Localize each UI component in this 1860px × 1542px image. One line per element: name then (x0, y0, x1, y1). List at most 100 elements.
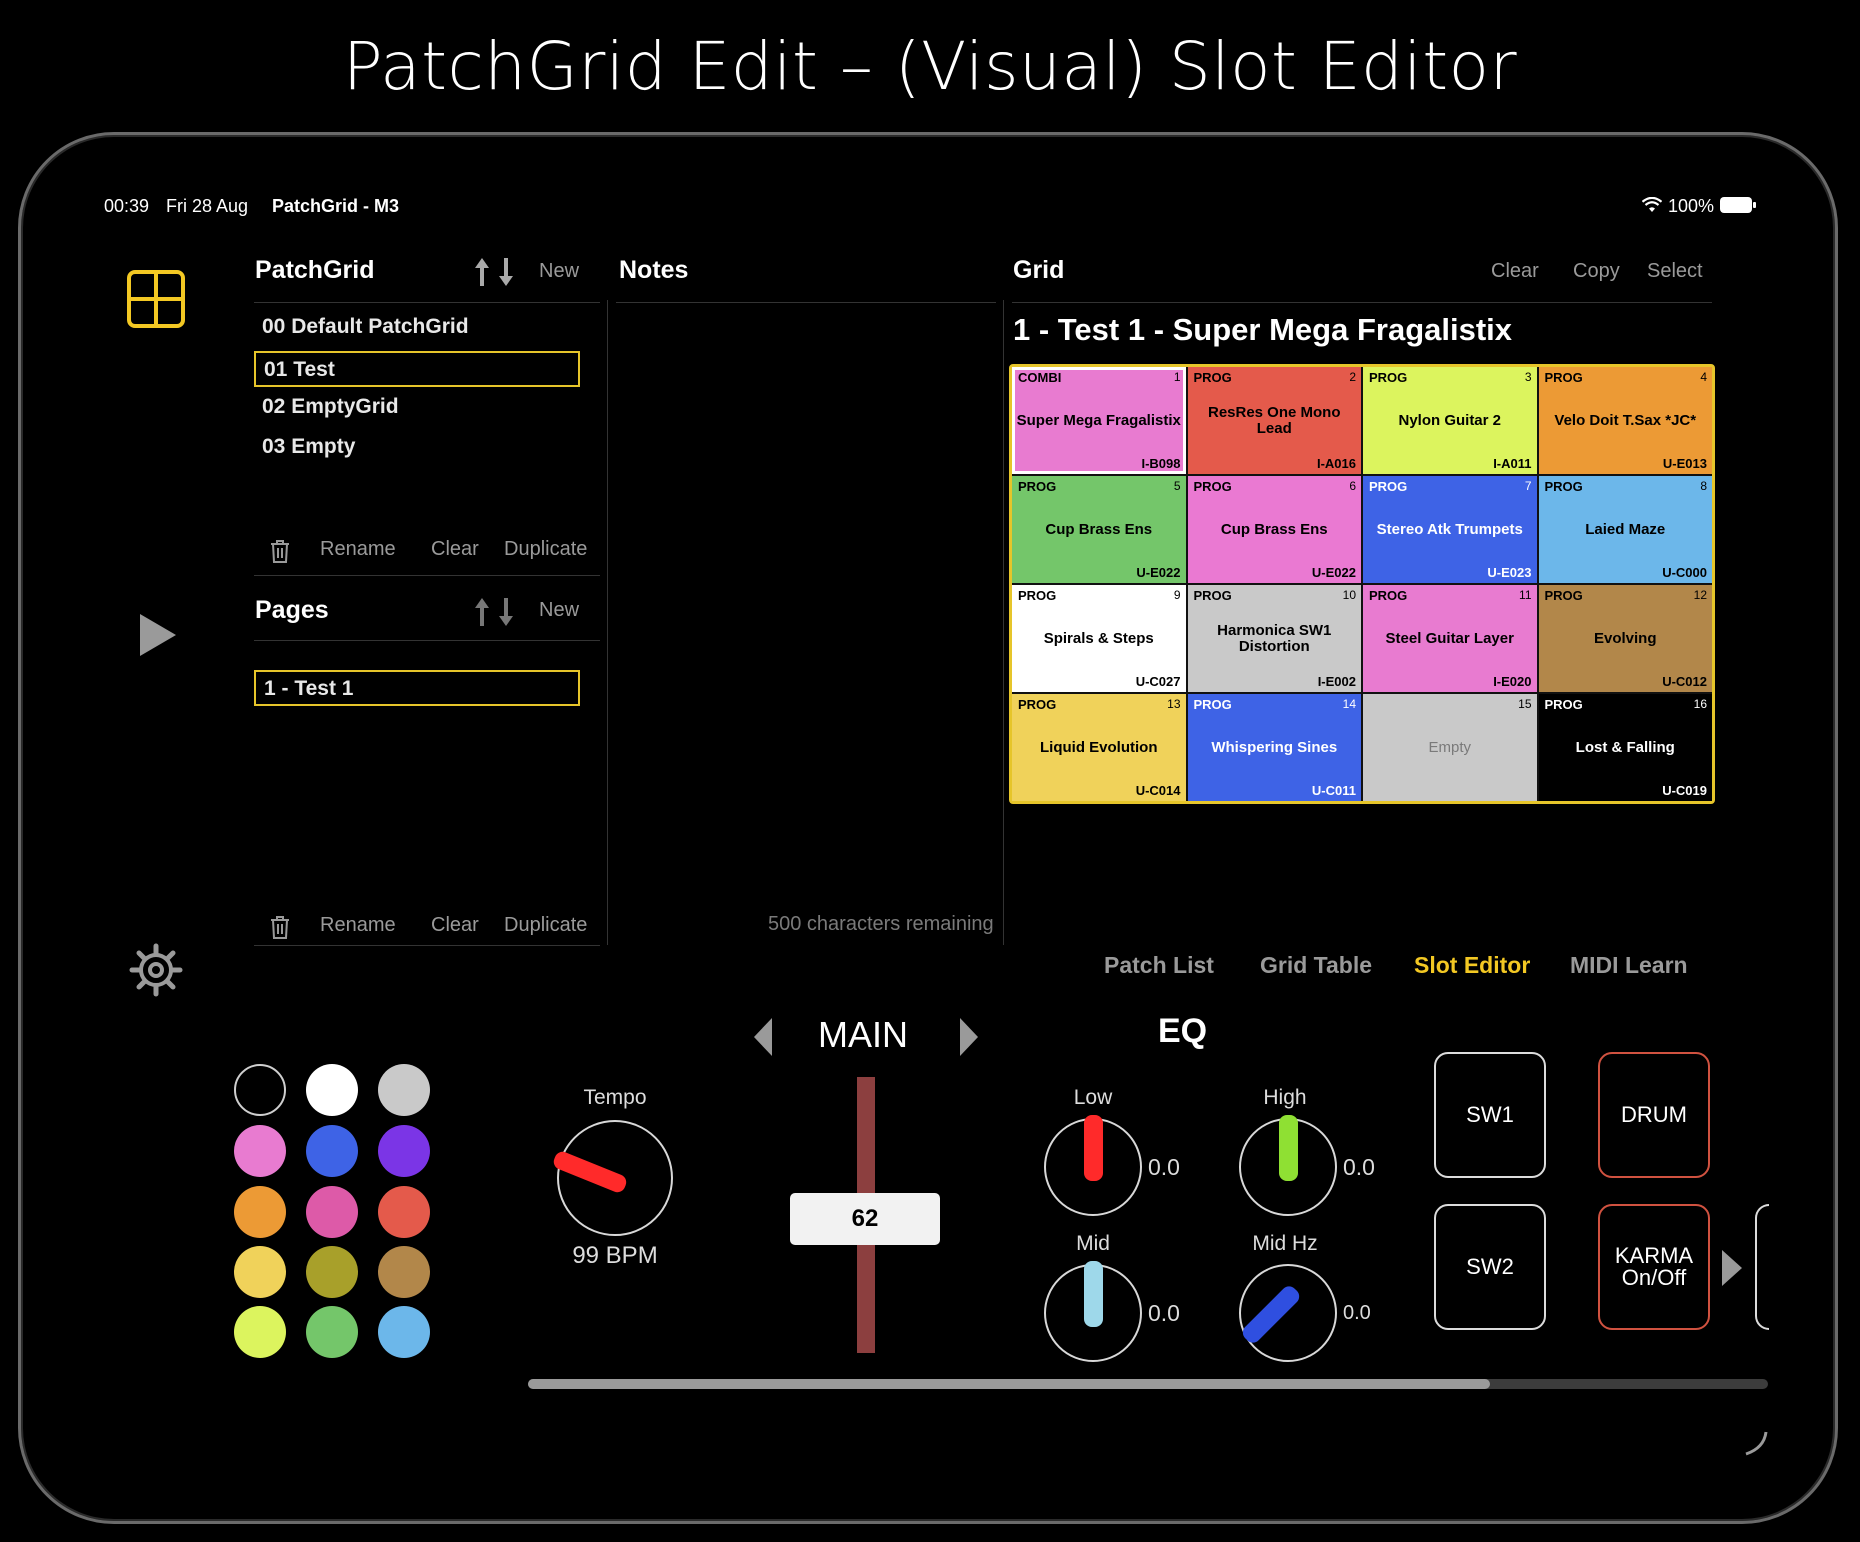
slot-bank: U-C014 (1135, 783, 1181, 798)
slot-type: PROG (1193, 588, 1232, 603)
pages-rename-button[interactable]: Rename (320, 914, 396, 937)
drum-button[interactable]: DRUM (1598, 1052, 1710, 1178)
grid-slot[interactable]: PROG 10 Harmonica SW1 Distortion I-E002 (1187, 585, 1361, 692)
grid-clear-button[interactable]: Clear (1491, 260, 1539, 283)
tempo-value: 99 BPM (572, 1242, 658, 1269)
divider (1012, 302, 1712, 303)
grid-slot[interactable]: PROG 4 Velo Doit T.Sax *JC* U-E013 (1538, 367, 1712, 474)
patchgrid-duplicate-button[interactable]: Duplicate (504, 538, 587, 561)
patchgrid-list-item[interactable]: 03 Empty (254, 430, 580, 466)
divider (254, 945, 600, 946)
slot-type: PROG (1193, 479, 1232, 494)
slot-bank: I-E020 (1493, 674, 1532, 689)
color-swatch[interactable] (306, 1306, 358, 1358)
pages-new-button[interactable]: New (539, 599, 579, 622)
color-swatch[interactable] (306, 1186, 358, 1238)
color-swatch[interactable] (234, 1306, 286, 1358)
grid-slot[interactable]: PROG 7 Stereo Atk Trumpets U-E023 (1363, 476, 1537, 583)
grid-icon[interactable] (127, 270, 185, 328)
color-swatch[interactable] (306, 1125, 358, 1177)
slot-bank: I-A011 (1493, 456, 1532, 471)
sw2-button[interactable]: SW2 (1434, 1204, 1546, 1330)
slot-bank: U-C027 (1135, 674, 1181, 689)
patchgrid-clear-button[interactable]: Clear (431, 538, 479, 561)
karma-button[interactable]: KARMA On/Off (1598, 1204, 1710, 1330)
patchgrid-list-item[interactable]: 02 EmptyGrid (254, 390, 580, 426)
sort-arrows-icon[interactable] (472, 596, 516, 628)
sw2-label: SW2 (1466, 1254, 1514, 1279)
grid-select-button[interactable]: Select (1647, 260, 1703, 283)
slot-name: Lost & Falling (1575, 738, 1675, 756)
slot-name: Liquid Evolution (1040, 738, 1158, 756)
grid-slot[interactable]: PROG 5 Cup Brass Ens U-E022 (1012, 476, 1186, 583)
slot-type: PROG (1544, 479, 1583, 494)
eq-mid-indicator (1084, 1261, 1103, 1327)
grid-slot[interactable]: PROG 3 Nylon Guitar 2 I-A011 (1363, 367, 1537, 474)
pages-clear-button[interactable]: Clear (431, 914, 479, 937)
grid-slot[interactable]: PROG 13 Liquid Evolution U-C014 (1012, 694, 1186, 801)
grid-slot[interactable]: PROG 9 Spirals & Steps U-C027 (1012, 585, 1186, 692)
slot-type: PROG (1544, 697, 1583, 712)
pages-list-item-selected[interactable]: 1 - Test 1 (254, 670, 580, 706)
slot-type: COMBI (1018, 370, 1062, 385)
slot-bank: U-C019 (1662, 783, 1707, 798)
notes-textarea[interactable] (616, 306, 1000, 896)
grid-copy-button[interactable]: Copy (1573, 260, 1620, 283)
grid-slot[interactable]: PROG 2 ResRes One Mono Lead I-A016 (1187, 367, 1361, 474)
color-swatch[interactable] (378, 1125, 430, 1177)
resize-handle-icon (1745, 1431, 1768, 1456)
notes-header: Notes (619, 256, 689, 284)
horizontal-scrollbar-thumb[interactable] (528, 1379, 1490, 1389)
pages-duplicate-button[interactable]: Duplicate (504, 914, 587, 937)
play-icon[interactable] (138, 612, 178, 658)
color-swatch[interactable] (234, 1246, 286, 1298)
tab-grid-table[interactable]: Grid Table (1260, 952, 1372, 979)
tab-midi-learn[interactable]: MIDI Learn (1570, 952, 1688, 979)
patchgrid-list-item[interactable]: 00 Default PatchGrid (254, 310, 580, 346)
sort-arrows-icon[interactable] (472, 256, 516, 288)
slot-bank: I-B098 (1141, 456, 1181, 471)
grid-slot[interactable]: PROG 8 Laied Maze U-C000 (1538, 476, 1712, 583)
karma-label-line1: KARMA (1614, 1243, 1694, 1268)
notes-remaining: 500 characters remaining (768, 913, 994, 935)
patchgrid-rename-button[interactable]: Rename (320, 538, 396, 561)
grid-slot[interactable]: COMBI 1 Super Mega Fragalistix I-B098 (1012, 367, 1186, 474)
color-swatch[interactable] (234, 1186, 286, 1238)
sw1-label: SW1 (1466, 1102, 1514, 1127)
color-swatch[interactable] (306, 1064, 358, 1116)
eq-midhz-knob[interactable] (1239, 1264, 1337, 1362)
grid-slot[interactable]: PROG 14 Whispering Sines U-C011 (1187, 694, 1361, 801)
color-swatch[interactable] (234, 1125, 286, 1177)
grid-slot[interactable]: PROG 12 Evolving U-C012 (1538, 585, 1712, 692)
chevron-right-icon[interactable] (1720, 1248, 1744, 1288)
color-swatch[interactable] (378, 1186, 430, 1238)
main-fader-handle[interactable]: 62 (790, 1193, 940, 1245)
color-swatch[interactable] (306, 1246, 358, 1298)
color-swatch[interactable] (378, 1246, 430, 1298)
chevron-left-icon[interactable] (752, 1016, 774, 1058)
slot-number: 5 (1173, 479, 1181, 493)
color-swatch[interactable] (378, 1064, 430, 1116)
grid-page-title: 1 - Test 1 - Super Mega Fragalistix (1013, 312, 1513, 347)
grid-slot[interactable]: 15 Empty (1363, 694, 1537, 801)
slot-name: Harmonica SW1 Distortion (1217, 621, 1332, 655)
color-swatch[interactable] (234, 1064, 286, 1116)
slot-name: Empty (1428, 738, 1471, 756)
trash-icon[interactable] (268, 538, 292, 564)
patchgrid-new-button[interactable]: New (539, 260, 579, 283)
grid-slot[interactable]: PROG 6 Cup Brass Ens U-E022 (1187, 476, 1361, 583)
chevron-right-icon[interactable] (958, 1016, 980, 1058)
slot-number: 11 (1519, 588, 1532, 602)
settings-gear-icon[interactable] (129, 943, 183, 997)
trash-icon[interactable] (268, 914, 292, 940)
tab-patch-list[interactable]: Patch List (1104, 952, 1214, 979)
eq-high-label: High (1263, 1086, 1307, 1109)
sw1-button[interactable]: SW1 (1434, 1052, 1546, 1178)
grid-slot[interactable]: PROG 11 Steel Guitar Layer I-E020 (1363, 585, 1537, 692)
patchgrid-list-item-selected[interactable]: 01 Test (254, 351, 580, 387)
tab-slot-editor[interactable]: Slot Editor (1414, 952, 1530, 979)
next-pad-button-partial[interactable] (1755, 1204, 1769, 1330)
color-swatch[interactable] (378, 1306, 430, 1358)
grid-slot[interactable]: PROG 16 Lost & Falling U-C019 (1538, 694, 1712, 801)
pages-header: Pages (255, 596, 329, 624)
